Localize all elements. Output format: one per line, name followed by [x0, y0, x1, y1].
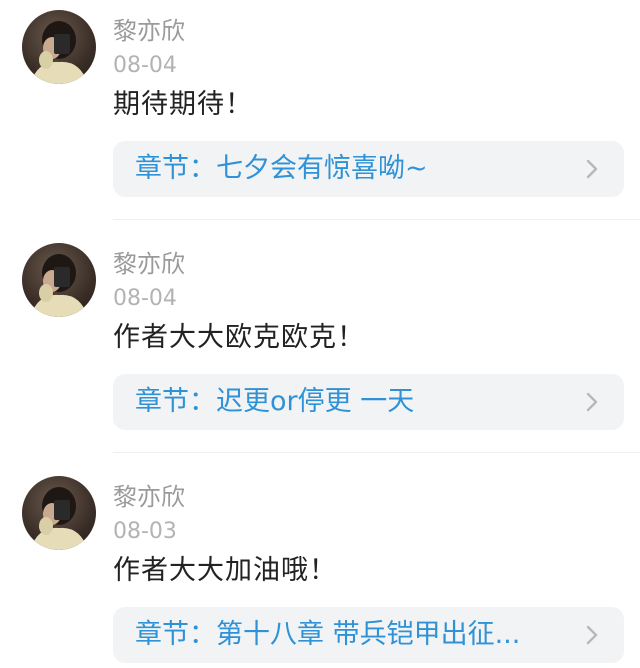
avatar[interactable] [22, 476, 96, 550]
avatar[interactable] [22, 10, 96, 84]
comment-date: 08-04 [113, 286, 177, 311]
avatar-image [30, 487, 88, 550]
username[interactable]: 黎亦欣 [113, 249, 185, 279]
chapter-link-card[interactable]: 章节：迟更or停更 一天 [113, 374, 624, 430]
chapter-link-card[interactable]: 章节：七夕会有惊喜呦~ [113, 141, 624, 197]
username[interactable]: 黎亦欣 [113, 16, 185, 46]
divider [113, 219, 640, 220]
chapter-link-text: 章节：第十八章 带兵铠甲出征... [135, 619, 521, 650]
avatar-image [30, 254, 88, 317]
comment-date: 08-03 [113, 519, 177, 544]
chapter-link-text: 章节：七夕会有惊喜呦~ [135, 153, 428, 184]
divider [113, 452, 640, 453]
avatar[interactable] [22, 243, 96, 317]
chapter-link-card[interactable]: 章节：第十八章 带兵铠甲出征... [113, 607, 624, 663]
chevron-right-icon [586, 159, 598, 179]
username[interactable]: 黎亦欣 [113, 482, 185, 512]
chapter-link-text: 章节：迟更or停更 一天 [135, 386, 415, 417]
chevron-right-icon [586, 625, 598, 645]
comment-text: 期待期待！ [113, 89, 253, 120]
comment-text: 作者大大加油哦！ [113, 555, 337, 586]
chevron-right-icon [586, 392, 598, 412]
comment-text: 作者大大欧克欧克！ [113, 322, 365, 353]
comment-date: 08-04 [113, 53, 177, 78]
avatar-image [30, 21, 88, 84]
